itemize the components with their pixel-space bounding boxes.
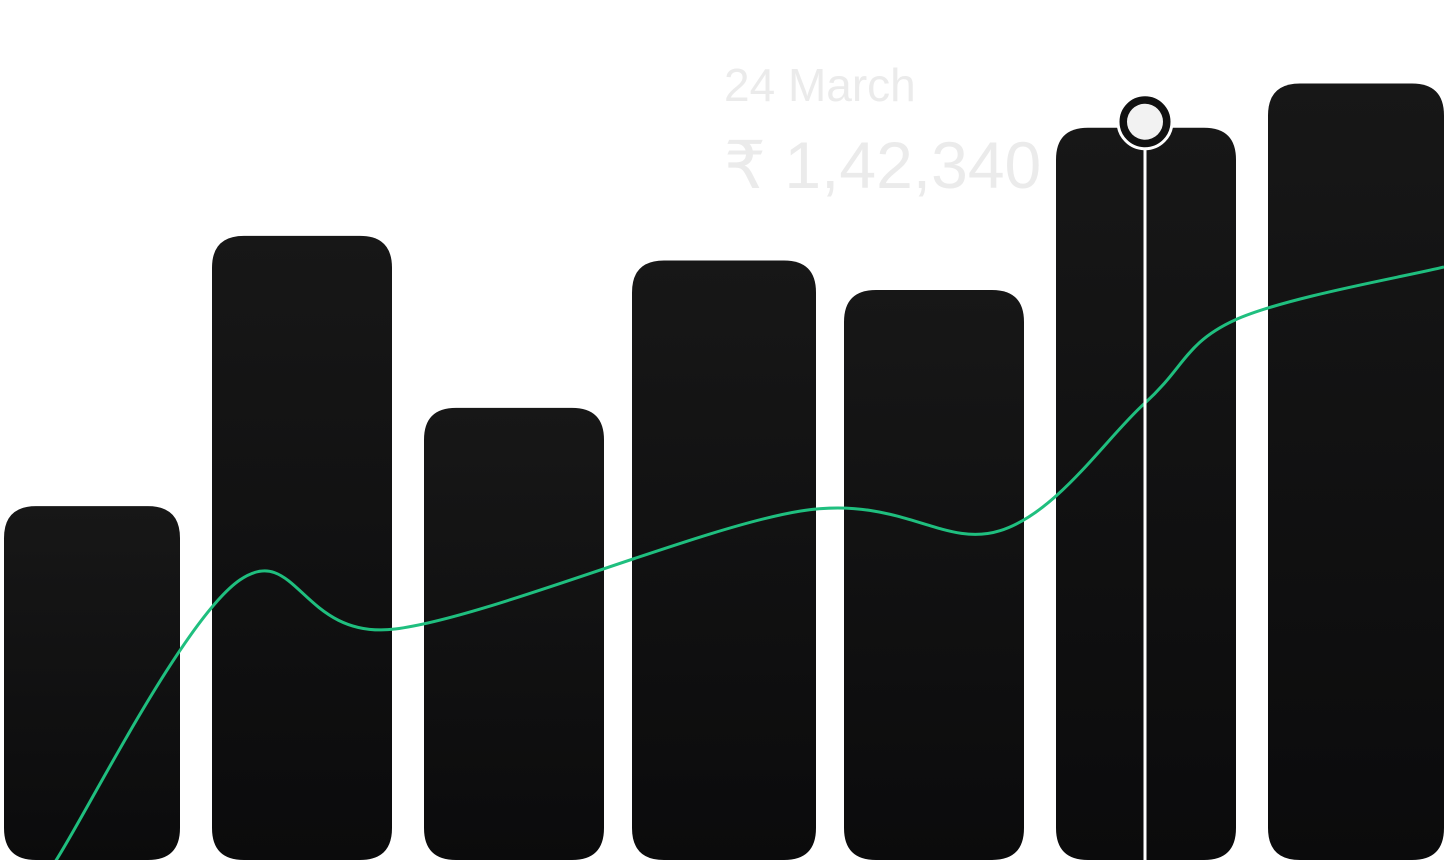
tooltip-date: 24 March (724, 59, 916, 111)
bar[interactable] (632, 260, 816, 860)
tooltip-value: ₹ 1,42,340 (724, 128, 1041, 202)
bar[interactable] (212, 235, 392, 860)
bar[interactable] (424, 407, 604, 860)
bar-line-chart: 24 March ₹ 1,42,340 (4, 59, 1444, 860)
bar[interactable] (1268, 83, 1444, 860)
bar[interactable] (4, 506, 180, 860)
hover-point-dot (1127, 103, 1163, 140)
bar[interactable] (844, 289, 1024, 860)
